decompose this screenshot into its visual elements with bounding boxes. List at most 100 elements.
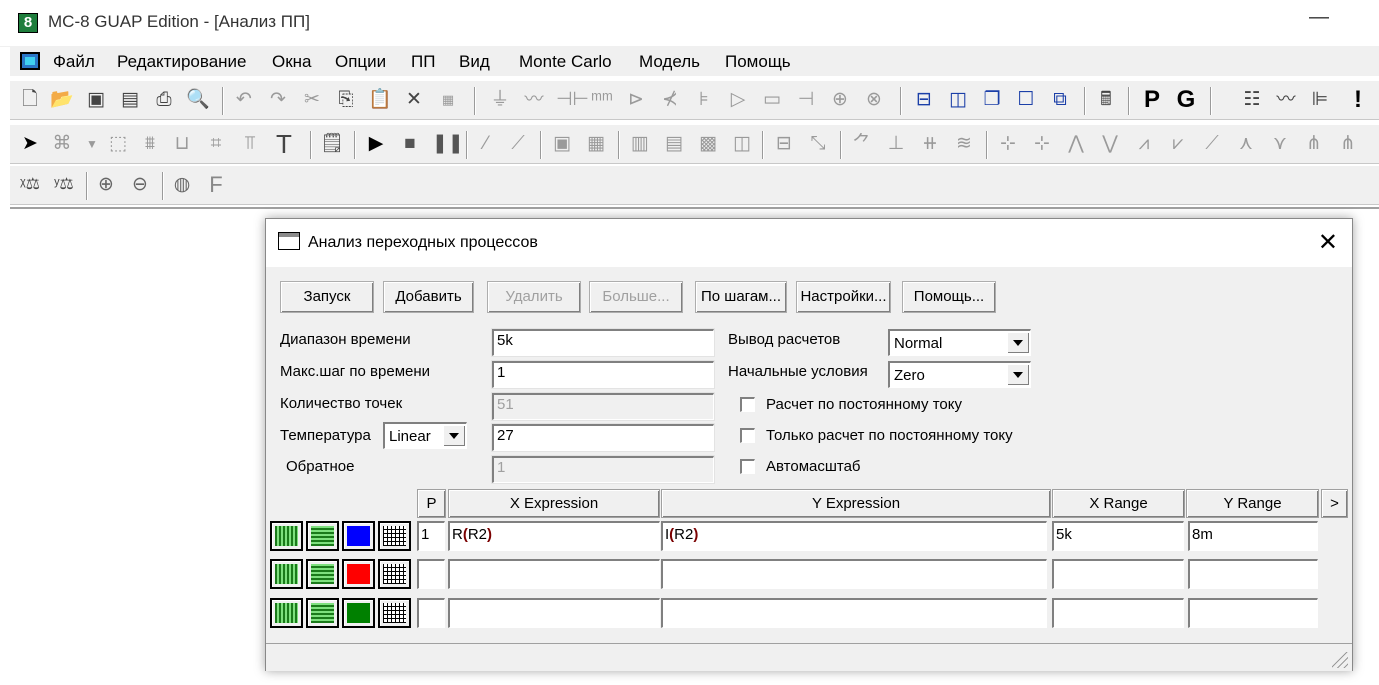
run-icon[interactable]: ▶ [364, 131, 388, 157]
save-icon[interactable]: ▣ [84, 87, 108, 113]
autoscale-checkbox[interactable] [740, 459, 755, 474]
slope-icon[interactable]: ⟋ [1200, 131, 1224, 157]
columns-icon[interactable]: ◫ [730, 131, 754, 157]
plot-horizontal-grid-button[interactable] [306, 598, 339, 628]
opamp-icon[interactable]: ▷ [726, 87, 750, 113]
high-icon[interactable]: ⩘ [1132, 131, 1156, 157]
initial-conditions-select[interactable]: Zero [888, 361, 1031, 388]
table-icon[interactable]: ☷ [1240, 87, 1264, 113]
row2-x-range[interactable] [1052, 559, 1184, 589]
global-low-icon[interactable]: ⋔ [1302, 131, 1326, 157]
plot-vertical-grid-button[interactable] [270, 598, 303, 628]
print-preview-icon[interactable]: 🔍 [186, 87, 210, 113]
row1-x-range[interactable]: 5k [1052, 521, 1184, 551]
inductor-icon[interactable]: ᵐᵐ [590, 87, 614, 113]
menu-transient[interactable]: ПП [411, 52, 435, 72]
plot-format-button[interactable] [378, 521, 411, 551]
dropdown-arrow-icon[interactable]: ▼ [80, 131, 104, 157]
row3-p-cell[interactable] [417, 598, 445, 628]
tool-e-icon[interactable]: ⫪ [238, 131, 262, 157]
row1-p-cell[interactable]: 1 [417, 521, 445, 551]
temperature-field[interactable]: 27 [491, 423, 715, 452]
menu-view[interactable]: Вид [459, 52, 490, 72]
header-x-expression[interactable]: X Expression [448, 489, 660, 518]
row2-p-cell[interactable] [417, 559, 445, 589]
document-window-icon[interactable] [20, 52, 40, 70]
pause-icon[interactable]: ❚❚ [432, 131, 464, 157]
paste-icon[interactable]: 📋 [368, 87, 392, 113]
capacitor-icon[interactable]: ⊣⊢ [556, 87, 589, 113]
temperature-mode-select[interactable]: Linear [383, 422, 467, 449]
cursor-b-icon[interactable]: ⊥ [884, 131, 908, 157]
time-range-field[interactable]: 5k [491, 328, 715, 357]
menu-options[interactable]: Опции [335, 52, 386, 72]
row3-y-range[interactable] [1188, 598, 1318, 628]
scale-icon[interactable]: ⤡ [806, 131, 830, 157]
menu-model[interactable]: Модель [639, 52, 700, 72]
open-file-icon[interactable]: 📂 [50, 87, 74, 113]
cursor-left-icon[interactable]: ⊹ [996, 131, 1020, 157]
new-file-icon[interactable]: 🗋 [18, 87, 42, 113]
f-button[interactable]: F [204, 172, 228, 198]
digital-icon[interactable]: ⊫ [1308, 87, 1332, 113]
run-button[interactable]: Запуск [280, 281, 374, 313]
chevron-down-icon[interactable] [1007, 364, 1029, 385]
row3-x-range[interactable] [1052, 598, 1184, 628]
globe-icon[interactable]: ◍ [170, 172, 194, 198]
box-icon[interactable]: ▣ [550, 131, 574, 157]
row3-x-expression[interactable] [448, 598, 660, 628]
inflection-icon[interactable]: ⋏ [1234, 131, 1258, 157]
diode-icon[interactable]: ⊳ [624, 87, 648, 113]
dc-checkbox[interactable] [740, 397, 755, 412]
stop-icon[interactable]: ■ [398, 131, 422, 157]
waveform-icon[interactable]: 〰 [1274, 87, 1298, 113]
dc-only-checkbox[interactable] [740, 428, 755, 443]
copy-icon[interactable]: ⎘ [334, 87, 358, 113]
source-icon[interactable]: ⊕ [828, 87, 852, 113]
cursor-c-icon[interactable]: ⧺ [918, 131, 942, 157]
row3-y-expression[interactable] [661, 598, 1047, 628]
print-icon[interactable]: ⎙ [152, 87, 176, 113]
redo-icon[interactable]: ↷ [266, 87, 290, 113]
plot-format-button[interactable] [378, 598, 411, 628]
row1-y-expression[interactable]: I(R2) [661, 521, 1047, 551]
plot-horizontal-grid-button[interactable] [306, 521, 339, 551]
restore-window-icon[interactable]: ⧉ [1048, 87, 1072, 113]
zoom-out-icon[interactable]: ⊖ [128, 172, 152, 198]
resize-grip-icon[interactable] [1332, 652, 1348, 668]
delete-icon[interactable]: ✕ [402, 87, 426, 113]
properties-icon[interactable]: 🗒 [320, 131, 344, 157]
tool-a-icon[interactable]: ⬚ [106, 131, 130, 157]
low-icon[interactable]: ⩗ [1166, 131, 1190, 157]
tile-vertical-icon[interactable]: ◫ [946, 87, 970, 113]
p-button[interactable]: P [1140, 87, 1164, 113]
peak-icon[interactable]: ⋀ [1064, 131, 1088, 157]
select-all-icon[interactable]: ▦ [436, 87, 460, 113]
menu-edit[interactable]: Редактирование [117, 52, 247, 72]
curve-color-button[interactable] [342, 598, 375, 628]
header-x-range[interactable]: X Range [1052, 489, 1185, 518]
close-icon[interactable]: ✕ [1318, 228, 1338, 257]
battery-icon[interactable]: ⊣ [794, 87, 818, 113]
split-icon[interactable]: ⊟ [772, 131, 796, 157]
menu-monte-carlo[interactable]: Monte Carlo [519, 52, 612, 72]
plot-vertical-grid-button[interactable] [270, 521, 303, 551]
row2-y-expression[interactable] [661, 559, 1047, 589]
reverse-field[interactable]: 1 [491, 455, 715, 484]
line-tool-icon[interactable]: ⁄ [474, 131, 498, 157]
row2-y-range[interactable] [1188, 559, 1318, 589]
maximize-window-icon[interactable]: ☐ [1014, 87, 1038, 113]
curve-color-button[interactable] [342, 559, 375, 589]
tile-horizontal-icon[interactable]: ⊟ [912, 87, 936, 113]
row2-x-expression[interactable] [448, 559, 660, 589]
more-button[interactable]: Больше... [589, 281, 683, 313]
tool-c-icon[interactable]: ⊔ [170, 131, 194, 157]
header-y-range[interactable]: Y Range [1186, 489, 1319, 518]
save-all-icon[interactable]: ▤ [118, 87, 142, 113]
row1-x-expression[interactable]: R(R2) [448, 521, 660, 551]
output-select[interactable]: Normal [888, 329, 1031, 356]
hlines-icon[interactable]: ▤ [662, 131, 686, 157]
cross-icon[interactable]: ⌘ [50, 131, 74, 157]
cut-icon[interactable]: ✂ [300, 87, 324, 113]
grid-icon[interactable]: ▦ [584, 131, 608, 157]
